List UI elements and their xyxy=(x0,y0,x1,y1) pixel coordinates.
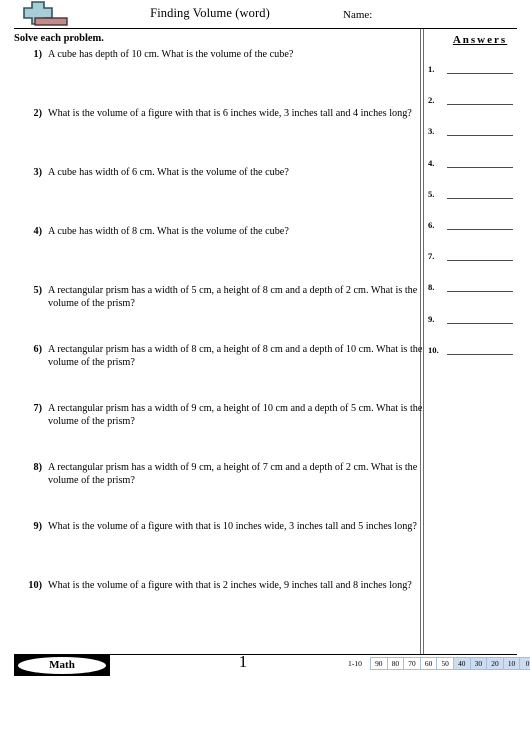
answer-row: 6. xyxy=(428,220,526,251)
answer-number: 2. xyxy=(428,95,435,106)
answer-number: 9. xyxy=(428,313,435,324)
answer-number: 4. xyxy=(428,157,435,168)
problem-item: 8) A rectangular prism has a width of 9 … xyxy=(14,462,418,521)
score-cell: 80 xyxy=(386,657,404,670)
answer-number: 1. xyxy=(428,64,435,74)
answer-row: 10. xyxy=(428,345,526,376)
problem-text: A rectangular prism has a width of 9 cm,… xyxy=(48,403,423,427)
problem-text: A cube has width of 6 cm. What is the vo… xyxy=(48,167,289,178)
answer-blank-line[interactable] xyxy=(447,322,513,324)
answer-blank-line[interactable] xyxy=(447,197,513,199)
answer-number: 10. xyxy=(428,344,439,355)
answer-blank-line[interactable] xyxy=(447,135,513,137)
answer-row: 1. xyxy=(428,64,526,95)
answer-row: 9. xyxy=(428,314,526,345)
problem-text: What is the volume of a figure with that… xyxy=(48,521,417,532)
problem-number: 9) xyxy=(33,521,43,532)
problem-number: 3) xyxy=(33,167,43,178)
instructions-text: Solve each problem. xyxy=(14,33,104,44)
problem-number: 10) xyxy=(28,580,42,591)
brand-ellipse: Math xyxy=(18,657,106,674)
problem-text: A rectangular prism has a width of 9 cm,… xyxy=(48,462,418,486)
answer-row: 2. xyxy=(428,95,526,126)
answers-column-divider xyxy=(420,29,424,654)
answer-blank-line[interactable] xyxy=(447,260,513,262)
score-scale: 1-10 90 80 70 60 50 40 30 20 10 0 xyxy=(343,657,530,670)
answer-row: 5. xyxy=(428,189,526,220)
problem-item: 5) A rectangular prism has a width of 5 … xyxy=(14,285,418,344)
page-title: Finding Volume (word) xyxy=(150,6,270,20)
problem-number: 7) xyxy=(33,403,43,414)
answer-blank-line[interactable] xyxy=(447,73,513,74)
problem-text: A rectangular prism has a width of 8 cm,… xyxy=(48,344,423,368)
page-number: 1 xyxy=(238,652,248,671)
plus-block-logo-icon xyxy=(14,1,76,29)
problem-item: 9) What is the volume of a figure with t… xyxy=(14,521,417,580)
answer-number: 3. xyxy=(428,126,435,137)
problem-number: 4) xyxy=(33,226,43,237)
page-header: Finding Volume (word) Name: xyxy=(0,0,530,30)
problem-item: 6) A rectangular prism has a width of 8 … xyxy=(14,344,423,403)
score-cell: 0 xyxy=(519,657,530,670)
problem-item: 7) A rectangular prism has a width of 9 … xyxy=(14,403,423,462)
score-cell: 60 xyxy=(419,657,437,670)
score-cell: 20 xyxy=(486,657,503,670)
brand-label: Math xyxy=(49,659,75,671)
score-cell: 30 xyxy=(469,657,487,670)
answer-number: 8. xyxy=(428,282,435,293)
problem-text: A rectangular prism has a width of 5 cm,… xyxy=(48,285,418,309)
problem-item: 1) A cube has depth of 10 cm. What is th… xyxy=(14,49,414,108)
problem-number: 2) xyxy=(33,108,43,119)
answers-heading: Answers xyxy=(452,34,508,46)
answers-list: 1. 2. 3. 4. 5. 6. 7. 8. 9. 10. xyxy=(428,64,526,376)
answer-number: 5. xyxy=(428,188,435,199)
header-divider xyxy=(14,28,517,29)
problem-number: 1) xyxy=(33,49,43,60)
answer-blank-line[interactable] xyxy=(447,166,513,168)
problem-text: What is the volume of a figure with that… xyxy=(48,108,412,119)
problem-number: 5) xyxy=(33,285,43,296)
problem-number: 8) xyxy=(33,462,43,473)
score-cell: 40 xyxy=(452,657,470,670)
worksheet-page: Finding Volume (word) Name: Solve each p… xyxy=(0,0,530,749)
score-cell: 50 xyxy=(436,657,453,670)
problem-item: 2) What is the volume of a figure with t… xyxy=(14,108,414,167)
answer-number: 6. xyxy=(428,219,435,230)
problem-item: 3) A cube has width of 6 cm. What is the… xyxy=(14,167,414,226)
problem-item: 4) A cube has width of 8 cm. What is the… xyxy=(14,226,414,285)
problem-list: 1) A cube has depth of 10 cm. What is th… xyxy=(14,49,423,639)
problem-text: A cube has depth of 10 cm. What is the v… xyxy=(48,49,294,60)
answer-row: 8. xyxy=(428,282,526,313)
problem-item: 10) What is the volume of a figure with … xyxy=(14,580,414,639)
problem-text: A cube has width of 8 cm. What is the vo… xyxy=(48,226,289,237)
problem-text: What is the volume of a figure with that… xyxy=(48,580,412,591)
score-range-label: 1-10 xyxy=(348,659,362,668)
answer-number: 7. xyxy=(428,251,435,262)
answer-blank-line[interactable] xyxy=(447,228,513,230)
brand-badge: Math xyxy=(14,655,110,676)
score-cell: 90 xyxy=(370,657,387,670)
answer-blank-line[interactable] xyxy=(447,104,513,106)
answer-row: 3. xyxy=(428,126,526,157)
answer-blank-line[interactable] xyxy=(447,291,513,293)
answer-row: 7. xyxy=(428,251,526,282)
score-cell: 10 xyxy=(502,657,520,670)
answer-blank-line[interactable] xyxy=(447,353,513,355)
problem-number: 6) xyxy=(33,344,43,355)
name-field-label: Name: xyxy=(343,9,373,21)
score-cell: 70 xyxy=(403,657,420,670)
answer-row: 4. xyxy=(428,158,526,189)
